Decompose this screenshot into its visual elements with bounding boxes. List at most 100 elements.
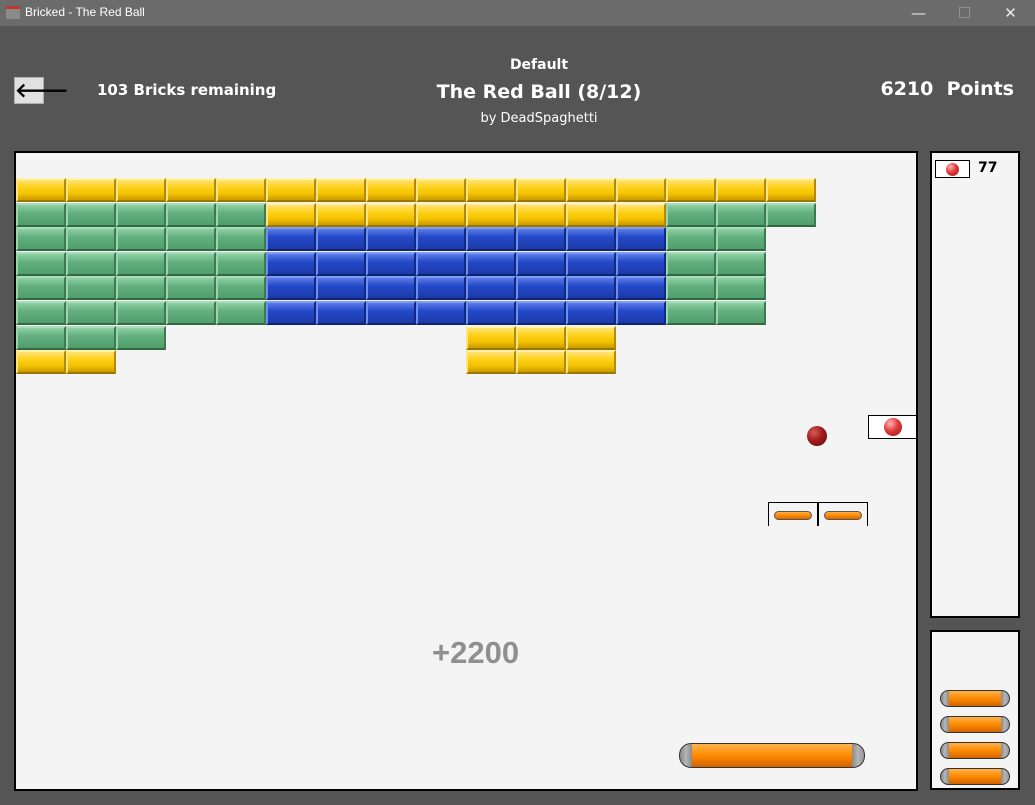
blue-brick xyxy=(466,276,516,301)
spare-paddle-icon xyxy=(940,690,1010,707)
blue-brick xyxy=(616,251,666,276)
window-titlebar: Bricked - The Red Ball — ☐ ✕ xyxy=(0,0,1035,26)
yellow-brick xyxy=(316,202,366,227)
green-brick xyxy=(666,276,716,301)
yellow-brick xyxy=(116,178,166,202)
yellow-brick xyxy=(16,350,66,375)
close-button[interactable]: ✕ xyxy=(988,0,1033,26)
game-playfield[interactable]: +2200 xyxy=(14,151,918,791)
yellow-brick xyxy=(266,202,316,227)
green-brick xyxy=(116,251,166,276)
yellow-brick xyxy=(566,350,616,375)
blue-brick xyxy=(266,276,316,301)
paddle-icon xyxy=(774,511,812,520)
green-brick xyxy=(716,227,766,252)
blue-brick xyxy=(316,227,366,252)
blue-brick xyxy=(616,301,666,325)
green-brick xyxy=(66,251,116,276)
yellow-brick xyxy=(216,178,266,202)
yellow-brick xyxy=(716,178,766,202)
window-title: Bricked - The Red Ball xyxy=(25,5,145,19)
extra-ball-powerup xyxy=(868,415,916,439)
blue-brick xyxy=(566,227,616,252)
lives-count: 77 xyxy=(978,160,998,176)
yellow-brick xyxy=(466,325,516,350)
green-brick xyxy=(16,276,66,301)
paddle-extend-powerup xyxy=(768,502,818,526)
maximize-button[interactable]: ☐ xyxy=(942,0,987,26)
yellow-brick xyxy=(666,178,716,202)
yellow-brick xyxy=(466,202,516,227)
green-brick xyxy=(166,202,216,227)
green-brick xyxy=(66,301,116,325)
yellow-brick xyxy=(516,325,566,350)
yellow-brick xyxy=(516,202,566,227)
yellow-brick xyxy=(466,178,516,202)
points-counter: 6210 Points xyxy=(880,78,1014,100)
green-brick xyxy=(716,276,766,301)
player-paddle[interactable] xyxy=(679,743,865,768)
green-brick xyxy=(116,202,166,227)
yellow-brick xyxy=(316,178,366,202)
blue-brick xyxy=(366,251,416,276)
green-brick xyxy=(66,227,116,252)
green-brick xyxy=(716,202,766,227)
yellow-brick xyxy=(516,350,566,375)
yellow-brick xyxy=(366,202,416,227)
blue-brick xyxy=(266,251,316,276)
blue-brick xyxy=(316,276,366,301)
green-brick xyxy=(766,202,816,227)
yellow-brick xyxy=(616,202,666,227)
green-brick xyxy=(66,202,116,227)
yellow-brick xyxy=(516,178,566,202)
green-brick xyxy=(66,276,116,301)
game-ball xyxy=(807,426,827,446)
green-brick xyxy=(116,325,166,350)
green-brick xyxy=(216,301,266,325)
green-brick xyxy=(16,301,66,325)
green-brick xyxy=(16,325,66,350)
yellow-brick xyxy=(766,178,816,202)
yellow-brick xyxy=(266,178,316,202)
green-brick xyxy=(16,227,66,252)
ball-icon xyxy=(946,163,959,176)
blue-brick xyxy=(566,301,616,325)
ball-icon xyxy=(884,418,902,436)
spare-paddle-icon xyxy=(940,716,1010,733)
spare-paddle-icon xyxy=(940,768,1010,785)
blue-brick xyxy=(466,251,516,276)
green-brick xyxy=(216,251,266,276)
blue-brick xyxy=(366,276,416,301)
blue-brick xyxy=(266,301,316,325)
green-brick xyxy=(116,301,166,325)
yellow-brick xyxy=(366,178,416,202)
green-brick xyxy=(216,276,266,301)
yellow-brick xyxy=(416,178,466,202)
green-brick xyxy=(716,251,766,276)
blue-brick xyxy=(266,227,316,252)
blue-brick xyxy=(416,301,466,325)
green-brick xyxy=(666,227,716,252)
green-brick xyxy=(166,227,216,252)
blue-brick xyxy=(516,276,566,301)
yellow-brick xyxy=(416,202,466,227)
green-brick xyxy=(166,301,216,325)
blue-brick xyxy=(516,301,566,325)
yellow-brick xyxy=(566,178,616,202)
blue-brick xyxy=(516,227,566,252)
paddle-extend-powerup xyxy=(818,502,868,526)
green-brick xyxy=(166,276,216,301)
green-brick xyxy=(666,202,716,227)
blue-brick xyxy=(416,276,466,301)
blue-brick xyxy=(466,301,516,325)
green-brick xyxy=(16,202,66,227)
combo-points-popup: +2200 xyxy=(432,635,520,670)
app-icon xyxy=(6,6,20,19)
green-brick xyxy=(116,227,166,252)
yellow-brick xyxy=(166,178,216,202)
minimize-button[interactable]: — xyxy=(896,0,941,26)
blue-brick xyxy=(416,251,466,276)
blue-brick xyxy=(316,301,366,325)
green-brick xyxy=(216,227,266,252)
blue-brick xyxy=(366,227,416,252)
